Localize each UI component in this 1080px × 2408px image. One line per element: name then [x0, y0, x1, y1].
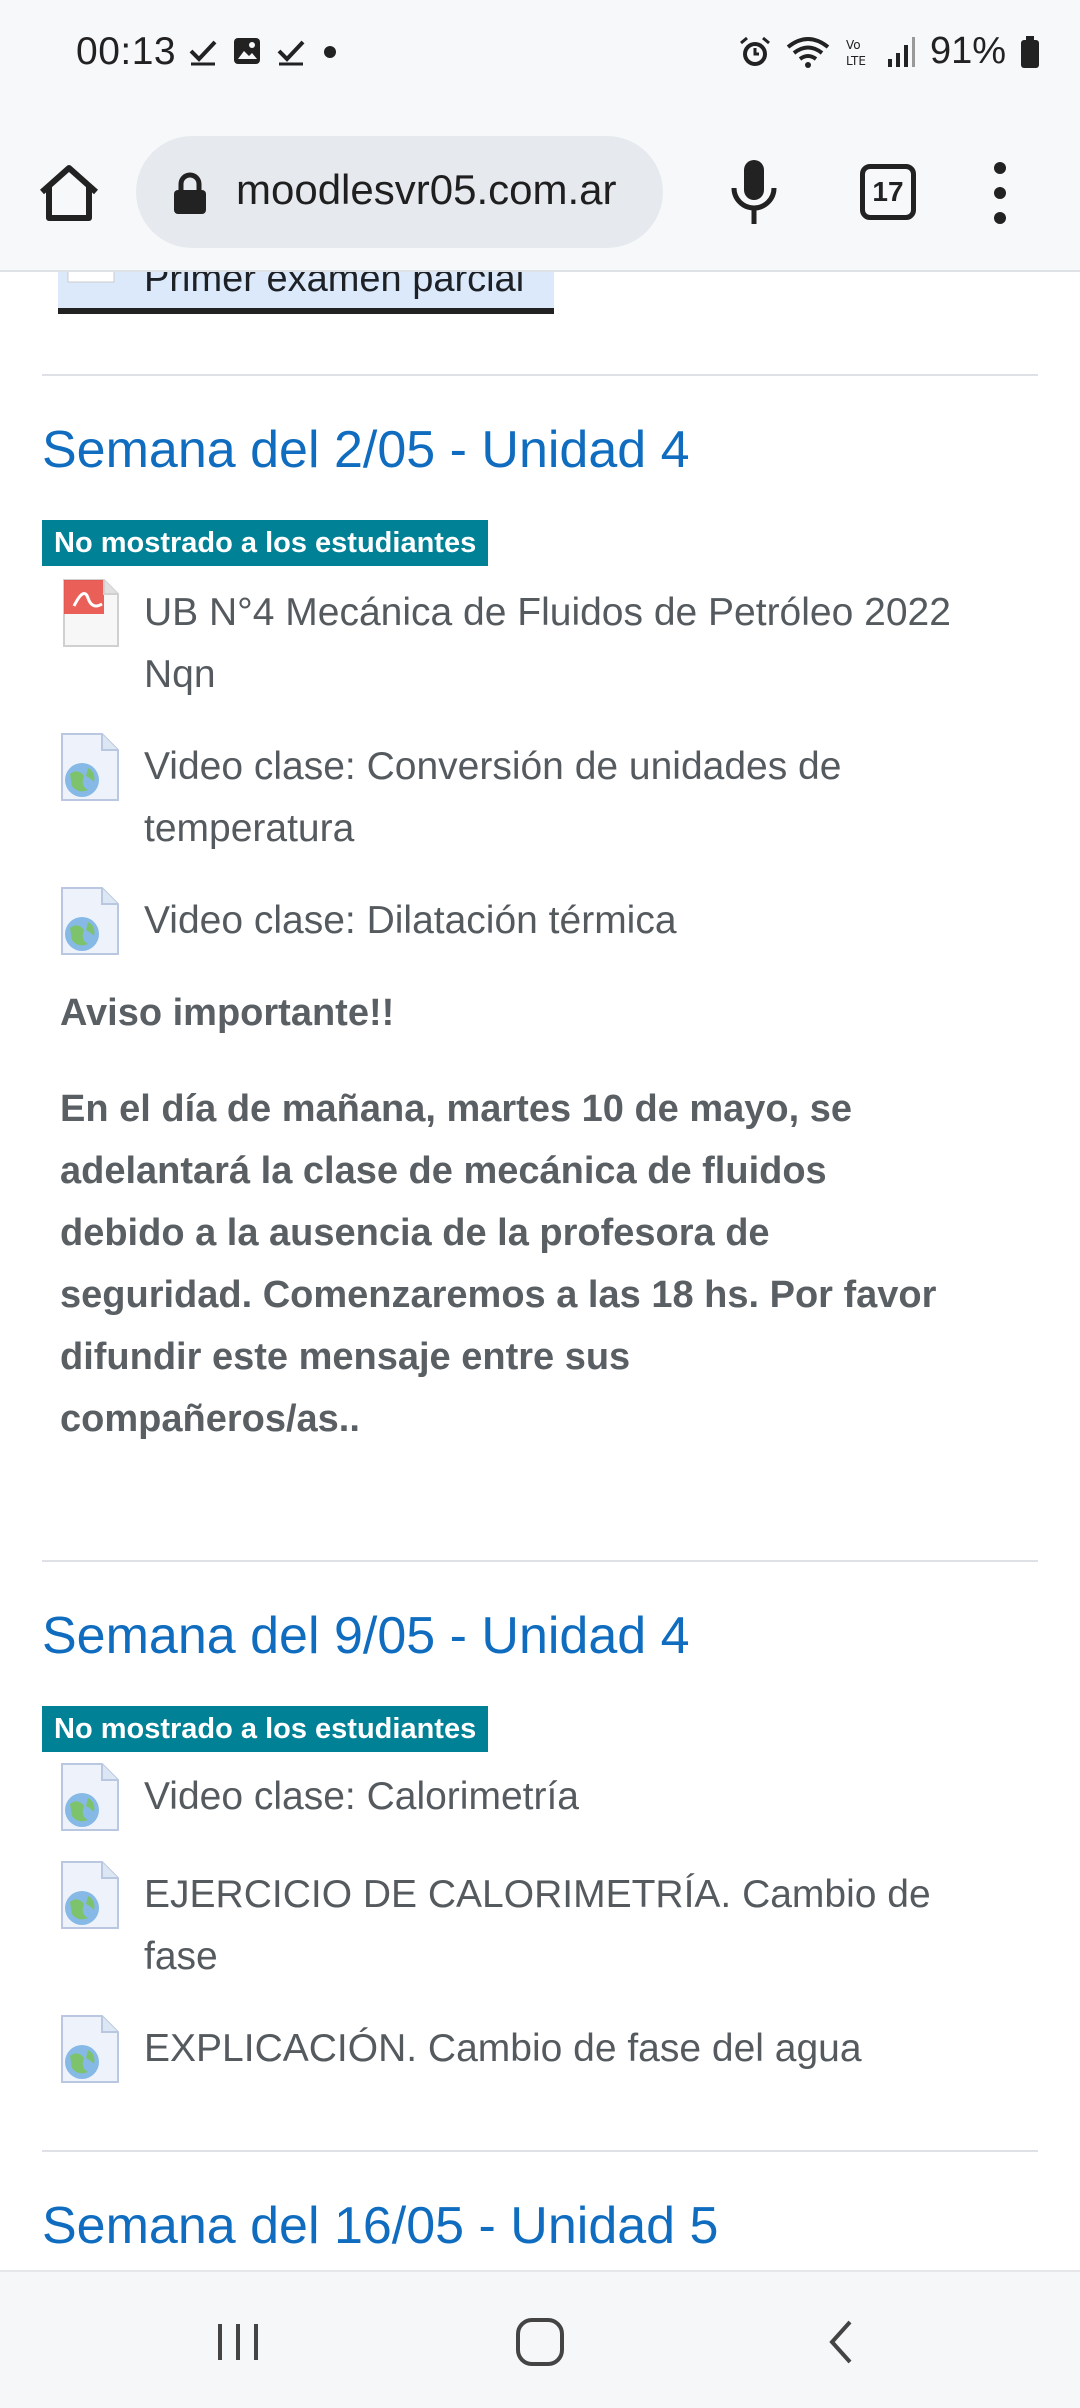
wifi-icon: [786, 36, 830, 68]
activity-label[interactable]: EJERCICIO DE CALORIMETRÍA. Cambio de fas…: [144, 1864, 1014, 1988]
activity-item[interactable]: EJERCICIO DE CALORIMETRÍA. Cambio de fas…: [58, 1860, 1018, 1990]
status-bar: 00:13 Vo LTE 91%: [0, 0, 1080, 112]
home-icon[interactable]: [36, 162, 102, 222]
system-navigation-bar: [0, 2270, 1080, 2408]
tab-switcher-button[interactable]: 17: [860, 164, 916, 220]
activity-label[interactable]: UB N°4 Mecánica de Fluidos de Petróleo 2…: [144, 582, 1014, 706]
back-icon[interactable]: [812, 2312, 872, 2372]
activity-label[interactable]: Video clase: Dilatación térmica: [144, 890, 1014, 952]
course-content: Primer examen parcial Semana del 2/05 - …: [0, 272, 1080, 2270]
pdf-icon: [67, 272, 115, 283]
lock-icon[interactable]: [172, 172, 208, 216]
battery-icon: [1021, 35, 1039, 68]
system-icons: Vo LTE 91%: [738, 30, 1040, 73]
volte-icon: Vo LTE: [846, 38, 866, 68]
overflow-menu-icon[interactable]: [990, 158, 1010, 228]
alarm-icon: [739, 36, 770, 66]
section-divider: [42, 374, 1038, 376]
clock: 00:13: [76, 30, 177, 73]
microphone-icon[interactable]: [728, 156, 780, 228]
section-title[interactable]: Semana del 9/05 - Unidad 4: [42, 1606, 690, 1666]
activity-item[interactable]: Video clase: Conversión de unidades de t…: [58, 732, 1018, 862]
hidden-badge: No mostrado a los estudiantes: [42, 520, 489, 566]
activity-item[interactable]: Video clase: Calorimetría: [58, 1762, 1018, 1832]
activity-label[interactable]: Video clase: Conversión de unidades de t…: [144, 736, 1014, 860]
notice-body: En el día de mañana, martes 10 de mayo, …: [60, 1088, 937, 1440]
section-divider: [42, 2150, 1038, 2152]
svg-text:LTE: LTE: [846, 54, 866, 68]
activity-label[interactable]: Video clase: Calorimetría: [144, 1766, 1014, 1828]
notice-title: Aviso importante!!: [60, 992, 395, 1034]
check-icon: [189, 40, 217, 66]
hidden-badge: No mostrado a los estudiantes: [42, 1706, 489, 1752]
activity-item[interactable]: Video clase: Dilatación térmica: [58, 886, 1018, 956]
pdf-icon: [63, 579, 119, 647]
section-title[interactable]: Semana del 16/05 - Unidad 5: [42, 2196, 718, 2256]
address-bar[interactable]: moodlesvr05.com.ar: [136, 136, 663, 248]
notification-icons: [188, 36, 340, 66]
battery-percent: 91%: [929, 30, 1006, 72]
section-divider: [42, 1560, 1038, 1562]
home-nav-icon[interactable]: [510, 2312, 570, 2372]
url-icon: [61, 1861, 119, 1929]
url-text[interactable]: moodlesvr05.com.ar: [236, 166, 656, 214]
activity-item[interactable]: EXPLICACIÓN. Cambio de fase del agua: [58, 2014, 1018, 2084]
url-icon: [61, 887, 119, 955]
dot-icon: [324, 46, 336, 58]
activity-label: Primer examen parcial: [144, 272, 525, 300]
recent-apps-icon[interactable]: [208, 2312, 268, 2372]
url-icon: [61, 2015, 119, 2083]
image-icon: [234, 38, 260, 64]
svg-text:Vo: Vo: [846, 38, 861, 52]
url-icon: [61, 733, 119, 801]
check-icon: [277, 40, 305, 66]
activity-label[interactable]: EXPLICACIÓN. Cambio de fase del agua: [144, 2018, 1014, 2080]
previous-activity-link[interactable]: Primer examen parcial: [58, 272, 554, 314]
signal-icon: [887, 36, 915, 67]
activity-item[interactable]: UB N°4 Mecánica de Fluidos de Petróleo 2…: [58, 578, 1018, 708]
url-icon: [61, 1763, 119, 1831]
browser-toolbar: moodlesvr05.com.ar 17: [0, 112, 1080, 272]
section-title[interactable]: Semana del 2/05 - Unidad 4: [42, 420, 690, 480]
